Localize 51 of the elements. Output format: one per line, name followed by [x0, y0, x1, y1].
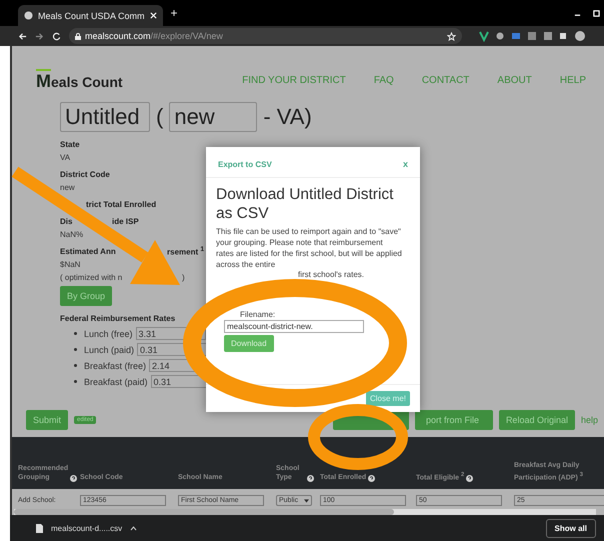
browser-tab[interactable]: Meals Count USDA Comm: [18, 5, 163, 26]
download-filename[interactable]: mealscount-d.....csv: [51, 524, 122, 532]
globe-icon: [24, 11, 33, 20]
caret-icon: [304, 498, 309, 503]
district-name-field[interactable]: Untitled: [60, 102, 150, 132]
scrollbar[interactable]: [14, 509, 596, 515]
rate-field[interactable]: 3.31: [136, 327, 206, 340]
dialog-text: first school's rates.: [297, 270, 365, 282]
help-icon[interactable]: [466, 475, 474, 482]
help-icon[interactable]: [368, 475, 376, 482]
star-icon[interactable]: [447, 32, 456, 40]
field-label: District Code: [60, 170, 110, 180]
paren-text: (: [156, 104, 164, 130]
address-bar[interactable]: mealscount.com/#/explore/VA/new: [69, 28, 462, 44]
district-code-field[interactable]: new: [169, 102, 258, 132]
field-note: ( optimized with n: [60, 273, 122, 282]
field-label: Estimated Ann: [60, 247, 116, 256]
help-icon[interactable]: [307, 475, 314, 482]
dialog-title: Download Untitled District as CSV: [216, 186, 394, 224]
field-value: $NaN: [60, 260, 80, 270]
state-suffix: - VA): [263, 104, 312, 130]
new-tab-button[interactable]: +: [170, 6, 178, 20]
filename-label: Filename:: [240, 310, 276, 320]
rate-label: Lunch (paid): [84, 344, 134, 355]
maximize-icon[interactable]: [593, 10, 600, 16]
back-icon[interactable]: [18, 32, 27, 40]
site-logo[interactable]: Meals Count: [36, 69, 123, 92]
field-label: State: [60, 140, 80, 150]
tab-title: Meals Count USDA Comm: [38, 10, 145, 20]
help-icon[interactable]: [70, 475, 78, 482]
field-label: rsement $^{1}$: [167, 246, 204, 258]
field-label: Dis: [60, 217, 72, 226]
field-label: trict Total Enrolled: [86, 200, 156, 210]
field-label: ide ISP: [112, 217, 139, 226]
rate-label: Breakfast (paid): [84, 376, 148, 387]
field-value: VA: [60, 153, 70, 162]
caret-up-icon[interactable]: [130, 526, 138, 530]
close-icon[interactable]: [150, 12, 157, 19]
field-note: ): [182, 273, 185, 282]
field-value: NaN%: [60, 230, 84, 240]
file-icon: [36, 524, 43, 532]
show-all-button[interactable]: Show all: [546, 518, 596, 538]
rates-title: Federal Reimbursement Rates: [60, 314, 176, 324]
rate-label: Lunch (free): [84, 328, 133, 339]
reload-icon[interactable]: [52, 32, 61, 40]
dialog-header: Export to CSV: [218, 160, 272, 168]
forward-icon[interactable]: [35, 32, 44, 40]
rate-label: Breakfast (free): [84, 360, 146, 371]
filename-field[interactable]: mealscount-district-new.: [224, 320, 364, 334]
lock-icon: [75, 32, 81, 40]
field-value: new: [60, 183, 75, 192]
